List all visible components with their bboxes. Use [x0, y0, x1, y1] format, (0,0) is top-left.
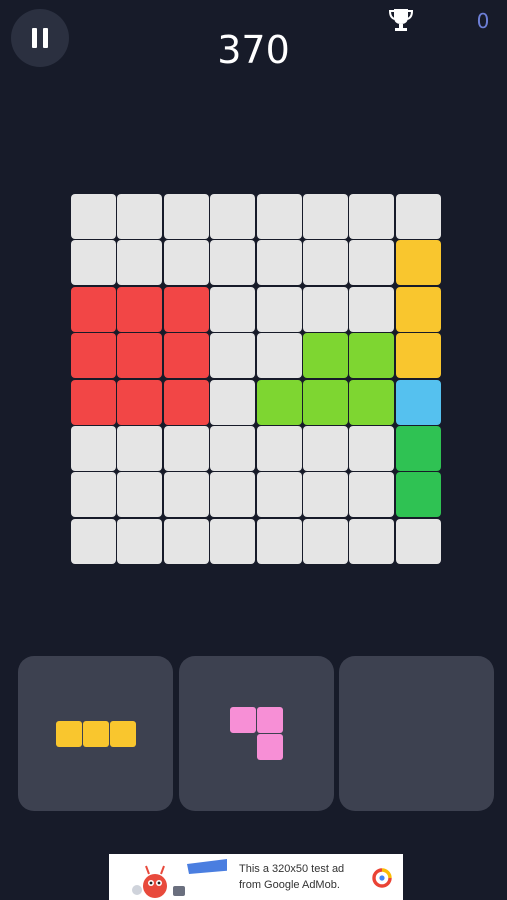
piece-block — [230, 707, 256, 733]
board-cell-filled[interactable] — [349, 379, 395, 425]
board-cell-empty[interactable] — [210, 286, 256, 332]
board-cell-empty[interactable] — [117, 472, 163, 518]
piece-block — [257, 707, 283, 733]
game-board[interactable] — [71, 194, 441, 564]
board-cell-empty[interactable] — [210, 194, 256, 239]
board-cell-filled[interactable] — [395, 240, 441, 286]
board-cell-empty[interactable] — [302, 472, 348, 518]
board-cell-empty[interactable] — [163, 194, 209, 239]
board-cell-filled[interactable] — [117, 333, 163, 379]
board-cell-empty[interactable] — [71, 425, 116, 471]
board-cell-empty[interactable] — [302, 240, 348, 286]
board-cell-filled[interactable] — [349, 333, 395, 379]
score-display: 370 — [217, 28, 290, 72]
piece-slot-1[interactable] — [18, 656, 173, 811]
board-cell-filled[interactable] — [163, 286, 209, 332]
board-cell-filled[interactable] — [395, 333, 441, 379]
board-cell-filled[interactable] — [302, 333, 348, 379]
board-cell-empty[interactable] — [302, 518, 348, 564]
best-score: 0 — [476, 9, 490, 33]
piece-gap — [230, 734, 256, 760]
tray-piece[interactable] — [55, 720, 136, 747]
board-cell-empty[interactable] — [117, 240, 163, 286]
board-cell-empty[interactable] — [210, 425, 256, 471]
board-cell-empty[interactable] — [256, 240, 302, 286]
board-cell-empty[interactable] — [71, 518, 116, 564]
board-cell-empty[interactable] — [163, 518, 209, 564]
piece-block — [257, 734, 283, 760]
board-cell-filled[interactable] — [395, 379, 441, 425]
board-cell-empty[interactable] — [163, 240, 209, 286]
ad-banner[interactable]: This a 320x50 test ad from Google AdMob. — [109, 854, 403, 900]
board-cell-empty[interactable] — [349, 286, 395, 332]
board-cell-empty[interactable] — [71, 472, 116, 518]
board-cell-empty[interactable] — [256, 425, 302, 471]
board-cell-filled[interactable] — [256, 379, 302, 425]
board-cell-empty[interactable] — [210, 333, 256, 379]
board-cell-filled[interactable] — [395, 425, 441, 471]
board-cell-empty[interactable] — [71, 194, 116, 239]
board-cell-empty[interactable] — [256, 286, 302, 332]
board-cell-filled[interactable] — [117, 379, 163, 425]
board-cell-empty[interactable] — [349, 472, 395, 518]
board-cell-empty[interactable] — [163, 425, 209, 471]
board-cell-empty[interactable] — [117, 518, 163, 564]
board-cell-empty[interactable] — [71, 240, 116, 286]
board-cell-filled[interactable] — [302, 379, 348, 425]
piece-slot-2[interactable] — [179, 656, 334, 811]
ad-mascot-icon — [132, 859, 227, 898]
board-cell-empty[interactable] — [256, 333, 302, 379]
board-cell-filled[interactable] — [395, 472, 441, 518]
board-cell-empty[interactable] — [256, 194, 302, 239]
board-cell-empty[interactable] — [349, 240, 395, 286]
board-cell-filled[interactable] — [117, 286, 163, 332]
board-cell-filled[interactable] — [71, 333, 116, 379]
board-cell-empty[interactable] — [349, 194, 395, 239]
board-cell-empty[interactable] — [302, 425, 348, 471]
ad-line-2: from Google AdMob. — [239, 879, 340, 891]
board-cell-filled[interactable] — [163, 379, 209, 425]
board-cell-empty[interactable] — [210, 240, 256, 286]
board-cell-filled[interactable] — [71, 379, 116, 425]
board-cell-empty[interactable] — [256, 472, 302, 518]
board-cell-empty[interactable] — [210, 379, 256, 425]
board-cell-empty[interactable] — [163, 472, 209, 518]
board-cell-empty[interactable] — [395, 194, 441, 239]
piece-block — [82, 720, 109, 747]
ad-line-1: This a 320x50 test ad — [239, 863, 345, 875]
board-cell-empty[interactable] — [210, 472, 256, 518]
board-cell-empty[interactable] — [117, 425, 163, 471]
piece-block — [55, 720, 82, 747]
tray-piece[interactable] — [230, 707, 283, 760]
board-cell-empty[interactable] — [256, 518, 302, 564]
piece-block — [109, 720, 136, 747]
trophy-icon — [388, 9, 414, 31]
admob-logo-icon — [372, 868, 392, 888]
board-cell-empty[interactable] — [117, 194, 163, 239]
board-cell-empty[interactable] — [395, 518, 441, 564]
board-cell-empty[interactable] — [302, 194, 348, 239]
board-cell-filled[interactable] — [395, 286, 441, 332]
board-cell-empty[interactable] — [210, 518, 256, 564]
board-cell-empty[interactable] — [349, 425, 395, 471]
board-cell-filled[interactable] — [163, 333, 209, 379]
board-cell-filled[interactable] — [71, 286, 116, 332]
piece-slot-3[interactable] — [339, 656, 494, 811]
board-cell-empty[interactable] — [302, 286, 348, 332]
board-cell-empty[interactable] — [349, 518, 395, 564]
